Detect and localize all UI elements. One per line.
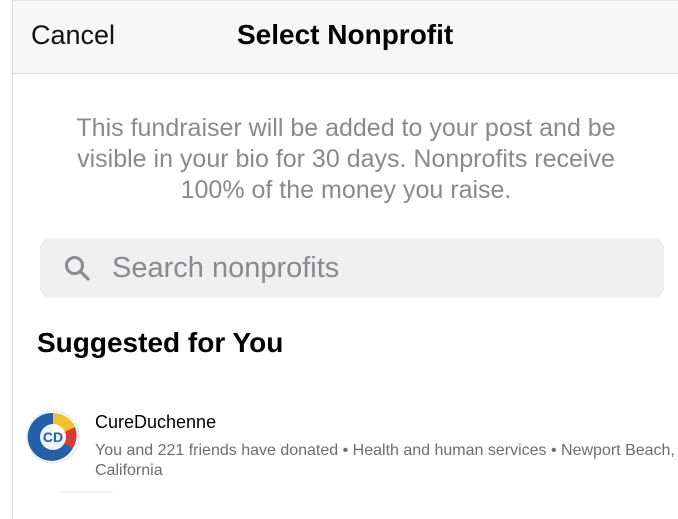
page-title: Select Nonprofit — [237, 19, 454, 50]
nonprofit-details: You and 221 friends have donated • Healt… — [95, 442, 675, 479]
search-icon — [65, 256, 90, 281]
avatar-text: CD — [43, 429, 63, 445]
select-nonprofit-screen: Cancel Select Nonprofit This fundraiser … — [12, 0, 678, 519]
fundraiser-info-text: This fundraiser will be added to your po… — [76, 114, 616, 204]
divider — [61, 491, 113, 493]
search-input[interactable] — [112, 238, 642, 298]
navigation-header: Cancel Select Nonprofit — [13, 1, 678, 74]
suggested-heading: Suggested for You — [37, 327, 284, 358]
nonprofit-list-item[interactable]: CD CureDuchenne You and 221 friends have… — [13, 399, 678, 499]
nonprofit-name: CureDuchenne — [95, 412, 217, 432]
cureduchenne-logo: CD — [26, 410, 80, 464]
search-bar[interactable] — [40, 238, 664, 298]
cancel-button[interactable]: Cancel — [31, 20, 115, 51]
